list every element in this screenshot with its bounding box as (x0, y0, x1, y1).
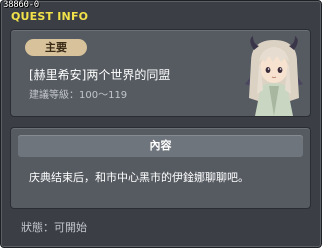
content-header: 內容 (18, 135, 303, 157)
quest-summary-panel: 主要 [赫里希安]两个世界的同盟 建議等級：100～119 (10, 29, 311, 117)
quest-category-badge: 主要 (25, 39, 87, 56)
quest-content-panel: 內容 庆典结束后，和市中心黑市的伊鍂娜聊聊吧。 (10, 127, 311, 209)
quest-status: 狀態：可開始 (21, 221, 87, 234)
content-text: 庆典结束后，和市中心黑市的伊鍂娜聊聊吧。 (29, 171, 249, 184)
quest-id: 38860-0 (3, 0, 39, 10)
window-title: QUEST INFO (11, 10, 89, 23)
quest-info-window: 38860-0 QUEST INFO 主要 [赫里希安]两个世界的同盟 建議等級… (0, 0, 322, 248)
quest-name: [赫里希安]两个世界的同盟 (29, 68, 171, 82)
npc-portrait (245, 36, 303, 116)
level-requirement: 建議等級：100～119 (29, 90, 128, 101)
